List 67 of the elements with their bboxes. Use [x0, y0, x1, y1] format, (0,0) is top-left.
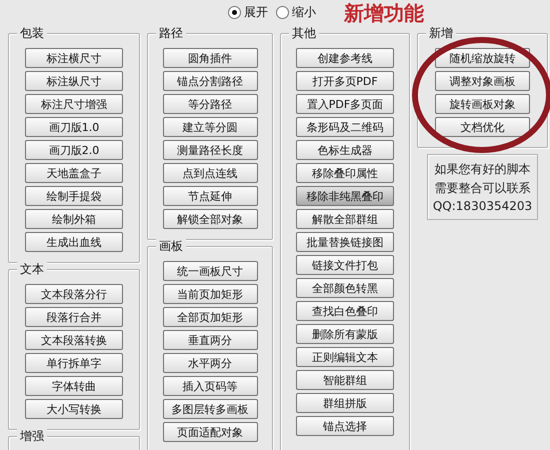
tool-button[interactable]: 水平两分 [162, 353, 258, 373]
tool-button[interactable]: 全部颜色转黑 [296, 278, 394, 298]
tool-button[interactable]: 点到点连线 [162, 163, 258, 183]
tool-button[interactable]: 天地盖盒子 [25, 163, 123, 183]
tool-button[interactable]: 大小写转换 [25, 399, 123, 419]
tool-button[interactable]: 调整对象画板 [435, 71, 530, 91]
info-text: 需要整合可以联系 [434, 180, 530, 197]
tool-button[interactable]: 智能群组 [296, 370, 394, 390]
tool-button[interactable]: 标注横尺寸 [25, 48, 123, 68]
radio-icon[interactable] [276, 6, 289, 19]
tool-button[interactable]: 建立等分圆 [162, 117, 258, 137]
tool-button[interactable]: 移除叠印属性 [296, 163, 394, 183]
tool-button[interactable]: 群组拼版 [296, 393, 394, 413]
tool-button[interactable]: 解散全部群组 [296, 209, 394, 229]
tool-button[interactable]: 圆角插件 [162, 48, 258, 68]
tool-button[interactable]: 标注尺寸增强 [25, 94, 123, 114]
tool-button[interactable]: 移除非纯黑叠印 [296, 186, 394, 206]
tool-button[interactable]: 解锁全部对象 [162, 209, 258, 229]
tool-button[interactable]: 锚点分割路径 [162, 71, 258, 91]
tool-button[interactable]: 统一画板尺寸 [162, 261, 258, 281]
radio-option[interactable]: 缩小 [276, 4, 316, 21]
group-title: 文本 [17, 262, 47, 276]
group-title: 画板 [156, 239, 186, 253]
tool-button[interactable]: 页面适配对象 [162, 422, 258, 442]
tool-button[interactable]: 等分路径 [162, 94, 258, 114]
tool-button[interactable]: 测量路径长度 [162, 140, 258, 160]
tool-button[interactable]: 查找白色叠印 [296, 301, 394, 321]
tool-button[interactable]: 文本段落转换 [25, 330, 123, 350]
tool-button[interactable]: 插入页码等 [162, 376, 258, 396]
tool-button[interactable]: 随机缩放旋转 [435, 48, 530, 68]
tool-button[interactable]: 绘制外箱 [25, 209, 123, 229]
tool-button[interactable]: 画刀版1.0 [25, 117, 123, 137]
tool-button[interactable]: 字体转曲 [25, 376, 123, 396]
tool-button[interactable]: 链接文件打包 [296, 255, 394, 275]
group-title: 其他 [289, 26, 319, 40]
tool-button[interactable]: 段落行合并 [25, 307, 123, 327]
tool-button[interactable]: 锚点选择 [296, 416, 394, 436]
tool-button[interactable]: 生成出血线 [25, 232, 123, 252]
tool-button[interactable]: 色标生成器 [296, 140, 394, 160]
tool-button[interactable]: 画刀版2.0 [25, 140, 123, 160]
annotation-text: 新增功能 [344, 1, 424, 25]
info-text: 如果您有好的脚本 [434, 161, 530, 178]
tool-button[interactable]: 文档优化 [435, 117, 530, 137]
tool-button[interactable]: 打开多页PDF [296, 71, 394, 91]
radio-option[interactable]: 展开 [228, 4, 268, 21]
group-title: 包装 [17, 26, 47, 40]
tool-button[interactable]: 批量替换链接图 [296, 232, 394, 252]
tool-button[interactable]: 绘制手提袋 [25, 186, 123, 206]
tool-button[interactable]: 删除所有蒙版 [296, 324, 394, 344]
tool-button[interactable]: 旋转画板对象 [435, 94, 530, 114]
tool-button[interactable]: 创建参考线 [296, 48, 394, 68]
tool-button[interactable]: 文本段落分行 [25, 284, 123, 304]
tool-button[interactable]: 条形码及二维码 [296, 117, 394, 137]
tool-button[interactable]: 置入PDF多页面 [296, 94, 394, 114]
tool-button[interactable]: 当前页加矩形 [162, 284, 258, 304]
radio-icon[interactable] [228, 6, 241, 19]
tool-button[interactable]: 标注纵尺寸 [25, 71, 123, 91]
group-title: 路径 [156, 26, 186, 40]
tool-button[interactable]: 单行拆单字 [25, 353, 123, 373]
tool-button[interactable]: 正则编辑文本 [296, 347, 394, 367]
tool-button[interactable]: 节点延伸 [162, 186, 258, 206]
group-title: 新增 [426, 26, 456, 40]
tool-button[interactable]: 垂直两分 [162, 330, 258, 350]
info-text: QQ:1830354203 [432, 199, 532, 213]
tool-button[interactable]: 全部页加矩形 [162, 307, 258, 327]
group-title: 增强 [17, 429, 47, 443]
tool-button[interactable]: 多图层转多画板 [162, 399, 258, 419]
